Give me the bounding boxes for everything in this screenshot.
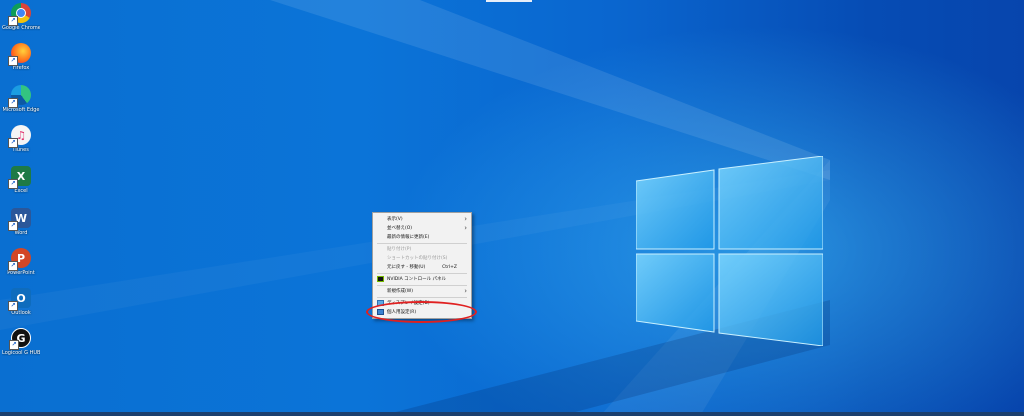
shortcut-arrow-icon: ↗ bbox=[8, 16, 18, 26]
taskbar bbox=[0, 412, 1024, 416]
desktop-icon-excel[interactable]: X ↗ Excel bbox=[2, 163, 40, 201]
menu-separator bbox=[377, 297, 467, 298]
menu-item-nvidia-control-panel[interactable]: NVIDIA コントロール パネル bbox=[373, 275, 471, 284]
menu-separator bbox=[377, 285, 467, 286]
shortcut-text: Ctrl+Z bbox=[442, 265, 457, 270]
menu-item-paste-shortcut: ショートカットの貼り付け(S) bbox=[387, 256, 448, 261]
display-icon bbox=[377, 300, 384, 306]
word-icon: W ↗ bbox=[8, 208, 31, 231]
menu-item-display-settings[interactable]: ディスプレイ設定(D) bbox=[373, 299, 471, 308]
menu-item-sort-by[interactable]: 並べ替え(O) › bbox=[373, 224, 471, 233]
shortcut-arrow-icon: ↗ bbox=[8, 138, 18, 148]
shortcut-arrow-icon: ↗ bbox=[8, 179, 18, 189]
itunes-icon: ♫ ↗ bbox=[8, 125, 31, 148]
desktop-icon-chrome[interactable]: ↗ Google Chrome bbox=[2, 0, 40, 38]
menu-separator bbox=[377, 273, 467, 274]
desktop-icon-powerpoint[interactable]: P ↗ PowerPoint bbox=[2, 245, 40, 283]
shortcut-arrow-icon: ↗ bbox=[8, 261, 18, 271]
desktop-context-menu: 表示(V) › 並べ替え(O) › 最新の情報に更新(E) 貼り付け(P) ショ… bbox=[372, 212, 472, 319]
desktop-icon-outlook[interactable]: O ↗ Outlook bbox=[2, 285, 40, 323]
shortcut-arrow-icon: ↗ bbox=[8, 56, 18, 66]
submenu-arrow-icon: › bbox=[464, 224, 467, 232]
logitech-g-icon: G ↗ bbox=[9, 328, 31, 350]
submenu-arrow-icon: › bbox=[464, 287, 467, 295]
personalize-icon bbox=[377, 309, 384, 315]
edge-icon: ↗ bbox=[8, 85, 31, 108]
menu-item-personalize[interactable]: 個人用設定(R) bbox=[373, 308, 471, 317]
firefox-icon: ↗ bbox=[8, 43, 31, 66]
shortcut-arrow-icon: ↗ bbox=[8, 301, 18, 311]
desktop-icon-firefox[interactable]: ↗ Firefox bbox=[2, 40, 40, 78]
chrome-icon: ↗ bbox=[8, 3, 31, 26]
menu-item-undo-move[interactable]: 元に戻す - 移動(U) Ctrl+Z bbox=[373, 263, 471, 272]
desktop-icon-word[interactable]: W ↗ Word bbox=[2, 205, 40, 243]
menu-separator bbox=[377, 243, 467, 244]
menu-item-refresh[interactable]: 最新の情報に更新(E) bbox=[373, 233, 471, 242]
wallpaper-light-beams bbox=[0, 0, 830, 416]
desktop-icon-logitech[interactable]: G ↗ Logicool G HUB bbox=[2, 325, 40, 363]
desktop-icon-itunes[interactable]: ♫ ↗ iTunes bbox=[2, 122, 40, 160]
desktop-icon-edge[interactable]: ↗ Microsoft Edge bbox=[2, 82, 40, 120]
nvidia-icon bbox=[377, 276, 384, 282]
top-edge-strip bbox=[486, 0, 532, 2]
desktop-icon-label: Logicool G HUB bbox=[2, 350, 40, 356]
shortcut-arrow-icon: ↗ bbox=[9, 340, 19, 350]
windows-logo bbox=[636, 156, 823, 346]
menu-item-paste: 貼り付け(P) bbox=[387, 247, 412, 252]
menu-item-new[interactable]: 新規作成(W) › bbox=[373, 287, 471, 296]
excel-icon: X ↗ bbox=[8, 166, 31, 189]
shortcut-arrow-icon: ↗ bbox=[8, 98, 18, 108]
powerpoint-icon: P ↗ bbox=[8, 248, 31, 271]
menu-item-view[interactable]: 表示(V) › bbox=[373, 215, 471, 224]
submenu-arrow-icon: › bbox=[464, 215, 467, 223]
outlook-icon: O ↗ bbox=[8, 288, 31, 311]
shortcut-arrow-icon: ↗ bbox=[8, 221, 18, 231]
